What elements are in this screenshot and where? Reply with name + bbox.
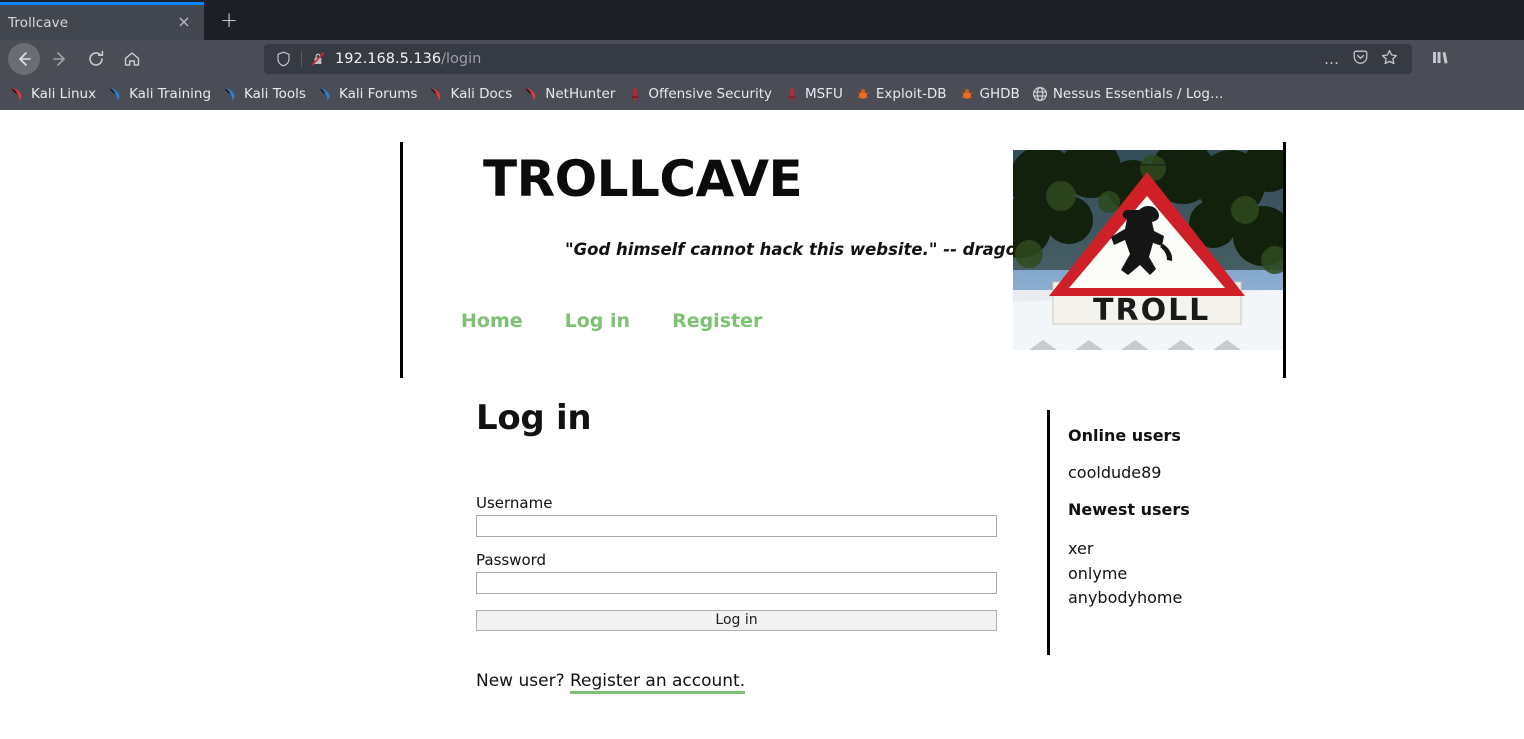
kali-dragon-blue-icon <box>108 86 124 102</box>
password-label: Password <box>476 551 547 569</box>
nav-link-login[interactable]: Log in <box>565 310 630 332</box>
online-users-heading: Online users <box>1068 426 1181 445</box>
bookmark-kali-docs[interactable]: Kali Docs <box>423 81 518 107</box>
bookmark-offensive-security[interactable]: Offensive Security <box>621 81 778 107</box>
sword-red-icon <box>627 86 643 102</box>
home-icon[interactable] <box>116 43 148 75</box>
bookmark-label: Kali Tools <box>244 86 306 102</box>
new-tab-button[interactable]: + <box>210 2 248 40</box>
kali-dragon-red-icon <box>10 86 26 102</box>
pocket-icon[interactable] <box>1352 49 1369 70</box>
globe-gray-icon <box>1032 86 1048 102</box>
page-title: Log in <box>476 398 592 438</box>
address-text[interactable]: 192.168.5.136/login <box>329 51 1324 67</box>
username-input[interactable] <box>476 515 997 537</box>
bookmark-label: Kali Forums <box>338 86 418 102</box>
nav-link-home[interactable]: Home <box>461 310 523 332</box>
sword-red-icon <box>784 86 800 102</box>
back-arrow-icon[interactable] <box>8 43 40 75</box>
bookmark-nethunter[interactable]: NetHunter <box>518 81 621 107</box>
password-input[interactable] <box>476 572 997 594</box>
register-prompt: New user? Register an account. <box>476 671 1016 694</box>
forward-arrow-icon[interactable] <box>44 43 76 75</box>
address-divider <box>301 51 302 67</box>
bookmark-label: Kali Linux <box>31 86 97 102</box>
bookmark-kali-training[interactable]: Kali Training <box>102 81 217 107</box>
bug-orange-icon <box>959 86 975 102</box>
address-bar[interactable]: 192.168.5.136/login … <box>264 44 1412 74</box>
page-content: TROLLCAVE "God himself cannot hack this … <box>0 110 1524 739</box>
kali-dragon-red-icon <box>429 86 445 102</box>
close-icon[interactable]: × <box>174 12 194 33</box>
newest-users-heading: Newest users <box>1068 500 1190 519</box>
kali-dragon-red-icon <box>524 86 540 102</box>
bookmark-label: Exploit-DB <box>875 86 947 102</box>
list-item[interactable]: anybodyhome <box>1068 586 1277 611</box>
crossed-lock-icon[interactable] <box>307 51 329 67</box>
url-path: /login <box>441 51 482 67</box>
online-user-item[interactable]: cooldude89 <box>1068 463 1277 482</box>
bookmark-label: Kali Training <box>129 86 212 102</box>
bookmark-kali-linux[interactable]: Kali Linux <box>4 81 102 107</box>
tab-title: Trollcave <box>8 14 69 31</box>
register-prompt-text: New user? <box>476 671 570 691</box>
shield-icon[interactable] <box>270 51 296 67</box>
bookmark-label: Offensive Security <box>648 86 772 102</box>
register-link[interactable]: Register an account. <box>570 671 746 694</box>
bookmark-label: MSFU <box>805 86 843 102</box>
login-section: Log in Username Password Log in New user… <box>476 398 1016 694</box>
library-icon[interactable] <box>1432 48 1452 70</box>
kali-dragon-blue-icon <box>223 86 239 102</box>
tab-bar: Trollcave × + <box>0 0 1524 40</box>
page-actions-icon[interactable]: … <box>1324 52 1340 67</box>
url-host: 192.168.5.136 <box>335 51 442 67</box>
bookmarks-bar: Kali Linux Kali Training Kali Tools Kali… <box>0 78 1524 110</box>
bookmark-label: NetHunter <box>545 86 616 102</box>
navigation-toolbar: 192.168.5.136/login … <box>0 40 1524 78</box>
site-header: TROLLCAVE "God himself cannot hack this … <box>400 142 1286 378</box>
browser-window: Trollcave × + 192.168.5.136/login … Kali… <box>0 0 1524 739</box>
reload-icon[interactable] <box>80 43 112 75</box>
bookmark-label: Nessus Essentials / Log… <box>1052 86 1224 102</box>
bookmark-kali-forums[interactable]: Kali Forums <box>312 81 424 107</box>
login-form: Username Password Log in <box>476 494 997 631</box>
site-brand: TROLLCAVE <box>483 150 803 208</box>
bookmark-ghdb[interactable]: GHDB <box>953 81 1026 107</box>
troll-sign-image: TROLL <box>1013 150 1283 350</box>
username-label: Username <box>476 494 553 512</box>
users-sidebar: Online users cooldude89 Newest users xer… <box>1047 410 1277 655</box>
bookmark-label: GHDB <box>979 86 1020 102</box>
bookmark-kali-tools[interactable]: Kali Tools <box>217 81 312 107</box>
newest-users-list: xer onlyme anybodyhome <box>1068 537 1277 611</box>
list-item[interactable]: onlyme <box>1068 562 1277 587</box>
list-item[interactable]: xer <box>1068 537 1277 562</box>
site-nav: Home Log in Register <box>461 310 762 332</box>
bookmark-nessus-essentials[interactable]: Nessus Essentials / Log… <box>1026 81 1230 107</box>
tab-trollcave[interactable]: Trollcave × <box>0 2 204 40</box>
bookmark-label: Kali Docs <box>450 86 513 102</box>
bug-orange-icon <box>855 86 871 102</box>
svg-text:TROLL: TROLL <box>1093 293 1210 328</box>
star-icon[interactable] <box>1381 49 1398 70</box>
login-submit-button[interactable]: Log in <box>476 610 997 631</box>
bookmark-exploit-db[interactable]: Exploit-DB <box>849 81 953 107</box>
kali-dragon-blue-icon <box>318 86 334 102</box>
nav-link-register[interactable]: Register <box>672 310 762 332</box>
bookmark-msfu[interactable]: MSFU <box>778 81 849 107</box>
